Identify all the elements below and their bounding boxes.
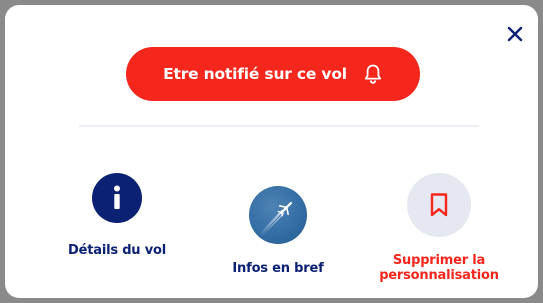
remove-personalization-label-line1: Supprimer la — [392, 253, 486, 268]
bookmark-icon-circle — [407, 173, 471, 237]
bell-icon — [364, 64, 381, 84]
bookmark-icon — [430, 193, 448, 217]
flight-summary-action[interactable]: Infos en bref — [198, 186, 358, 276]
flight-options-modal: Etre notifié sur ce vol Détails du vol I… — [5, 5, 538, 298]
info-icon-circle — [92, 173, 142, 223]
remove-personalization-label-line2: personnalisation — [379, 268, 499, 283]
airplane-icon — [257, 201, 293, 238]
close-button[interactable] — [506, 25, 524, 43]
close-icon — [507, 26, 523, 42]
remove-personalization-label: Supprimer la personnalisation — [379, 253, 499, 283]
airplane-photo — [249, 186, 307, 244]
divider — [79, 125, 479, 127]
flight-summary-label: Infos en bref — [232, 261, 324, 276]
notify-flight-label: Etre notifié sur ce vol — [163, 65, 347, 83]
info-icon — [114, 185, 120, 209]
flight-details-label: Détails du vol — [68, 243, 166, 258]
notify-flight-button[interactable]: Etre notifié sur ce vol — [126, 47, 420, 101]
flight-details-action[interactable]: Détails du vol — [37, 173, 197, 258]
remove-personalization-action[interactable]: Supprimer la personnalisation — [359, 173, 519, 283]
